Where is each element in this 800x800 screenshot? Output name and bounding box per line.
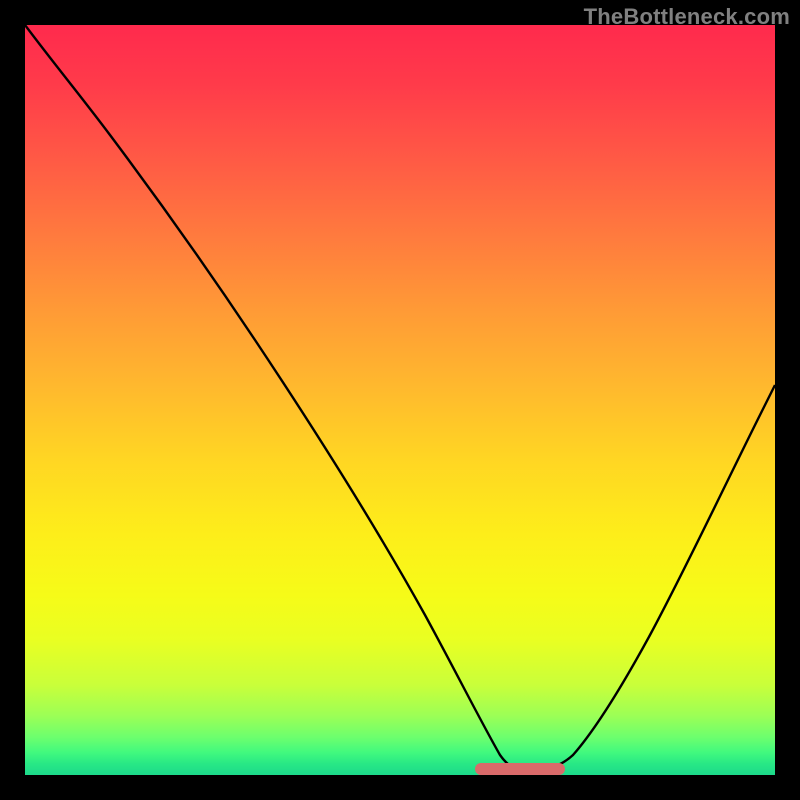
optimal-range-marker bbox=[475, 763, 565, 775]
curve-path bbox=[25, 25, 775, 771]
bottleneck-curve bbox=[25, 25, 775, 775]
chart-frame: TheBottleneck.com bbox=[0, 0, 800, 800]
plot-area bbox=[25, 25, 775, 775]
watermark-text: TheBottleneck.com bbox=[584, 4, 790, 30]
